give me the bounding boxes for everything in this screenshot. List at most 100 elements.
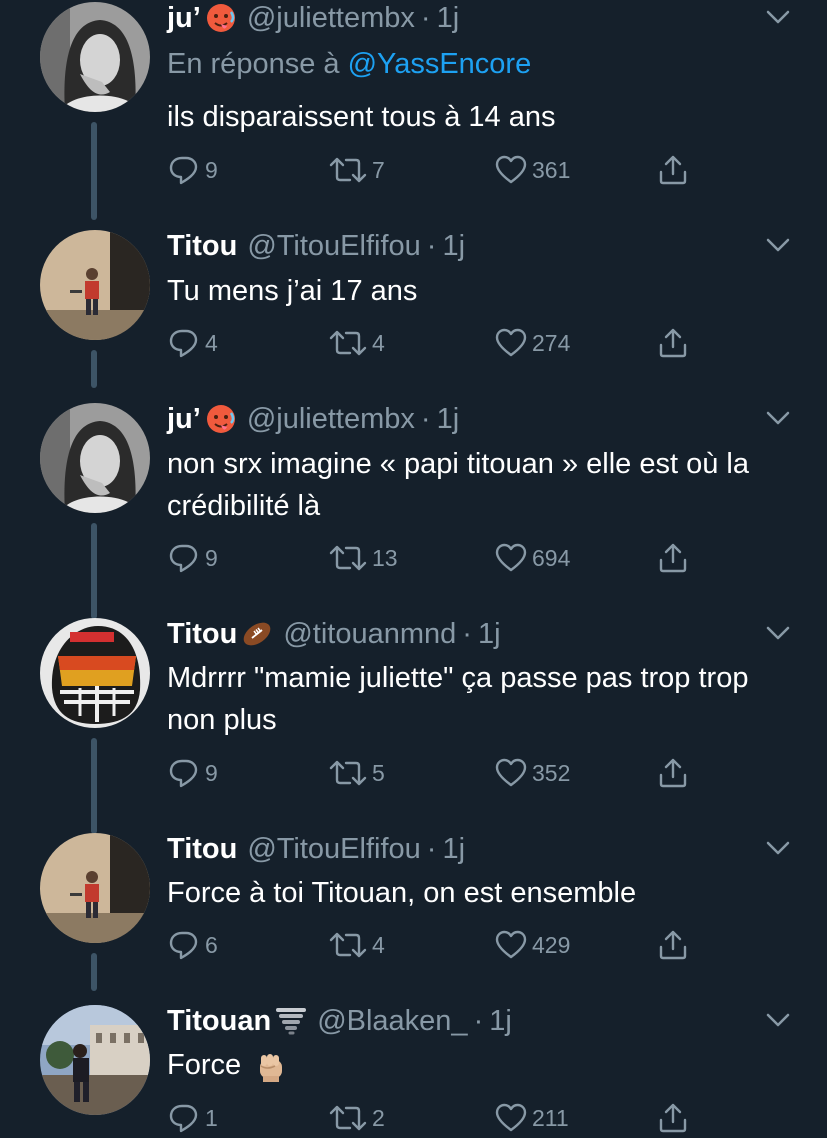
timestamp[interactable]: 1j xyxy=(437,0,460,36)
handle[interactable]: @titouanmnd xyxy=(283,616,456,652)
chevron-down-icon[interactable] xyxy=(765,1011,791,1029)
separator: · xyxy=(473,1005,484,1037)
heart-icon xyxy=(495,758,527,787)
tweet[interactable]: ju’ @juliettembx · 1j non srx imagine « … xyxy=(0,401,827,619)
reply-icon xyxy=(169,1104,198,1133)
reply-button[interactable]: 1 xyxy=(167,1100,218,1136)
retweet-count: 5 xyxy=(372,759,385,786)
tweet-header: Titou @TitouElfifou · 1j xyxy=(167,831,465,867)
american-football-icon xyxy=(241,618,273,650)
reply-count: 4 xyxy=(205,329,218,356)
retweet-icon xyxy=(329,1105,367,1131)
like-count: 361 xyxy=(532,156,571,183)
share-icon xyxy=(659,758,687,788)
reply-icon xyxy=(169,931,198,960)
share-button[interactable] xyxy=(656,755,690,791)
reply-mention-link[interactable]: @YassEncore xyxy=(348,48,532,80)
chevron-down-icon[interactable] xyxy=(765,409,791,427)
tweet-header: Titou @titouanmnd · 1j xyxy=(167,616,501,652)
tweet[interactable]: Titouan @Blaaken_ · 1j Force 1 2 211 xyxy=(0,1003,827,1138)
retweet-icon xyxy=(329,932,367,958)
tweet-text: Force à toi Titouan, on est ensemble xyxy=(167,877,637,909)
tweet-header: Titouan @Blaaken_ · 1j xyxy=(167,1003,512,1039)
share-button[interactable] xyxy=(656,1100,690,1136)
handle[interactable]: @Blaaken_ xyxy=(317,1003,467,1039)
retweet-count: 4 xyxy=(372,329,385,356)
reply-context: En réponse à @YassEncore xyxy=(167,46,531,82)
timestamp[interactable]: 1j xyxy=(442,831,465,867)
chevron-down-icon[interactable] xyxy=(765,839,791,857)
avatar[interactable] xyxy=(40,1005,150,1115)
display-name[interactable]: ju’ xyxy=(167,0,201,36)
chevron-down-icon[interactable] xyxy=(765,8,791,26)
display-name[interactable]: Titou xyxy=(167,616,237,652)
display-name[interactable]: Titouan xyxy=(167,1003,271,1039)
share-button[interactable] xyxy=(656,152,690,188)
display-name[interactable]: ju’ xyxy=(167,401,201,437)
reply-button[interactable]: 6 xyxy=(167,927,218,963)
timestamp[interactable]: 1j xyxy=(437,401,460,437)
avatar[interactable] xyxy=(40,403,150,513)
reply-icon xyxy=(169,759,198,788)
avatar[interactable] xyxy=(40,618,150,728)
share-button[interactable] xyxy=(656,540,690,576)
reply-button[interactable]: 9 xyxy=(167,540,218,576)
like-button[interactable]: 211 xyxy=(494,1100,569,1136)
heart-icon xyxy=(495,1103,527,1132)
like-count: 274 xyxy=(532,329,571,356)
tweet-header: ju’ @juliettembx · 1j xyxy=(167,0,459,36)
display-name[interactable]: Titou xyxy=(167,831,237,867)
reply-button[interactable]: 9 xyxy=(167,152,218,188)
hot-face-icon xyxy=(205,2,237,34)
like-button[interactable]: 361 xyxy=(494,152,570,188)
reply-button[interactable]: 4 xyxy=(167,325,218,361)
tornado-icon xyxy=(275,1005,307,1037)
avatar[interactable] xyxy=(40,230,150,340)
reply-count: 9 xyxy=(205,156,218,183)
action-bar: 4 4 274 xyxy=(0,325,827,361)
retweet-button[interactable]: 4 xyxy=(328,927,385,963)
like-count: 694 xyxy=(532,544,571,571)
handle[interactable]: @TitouElfifou xyxy=(247,831,420,867)
like-button[interactable]: 352 xyxy=(494,755,570,791)
like-button[interactable]: 274 xyxy=(494,325,570,361)
avatar-photo xyxy=(40,618,150,728)
share-button[interactable] xyxy=(656,325,690,361)
like-button[interactable]: 694 xyxy=(494,540,570,576)
share-icon xyxy=(659,1103,687,1133)
retweet-button[interactable]: 2 xyxy=(328,1100,385,1136)
share-icon xyxy=(659,543,687,573)
display-name[interactable]: Titou xyxy=(167,228,237,264)
tweet[interactable]: ju’ @juliettembx · 1j En réponse à @Yass… xyxy=(0,0,827,220)
tweet[interactable]: Titou @TitouElfifou · 1j Force à toi Tit… xyxy=(0,831,827,991)
tweet-header: ju’ @juliettembx · 1j xyxy=(167,401,459,437)
reply-button[interactable]: 9 xyxy=(167,755,218,791)
like-count: 211 xyxy=(532,1104,569,1131)
reply-count: 9 xyxy=(205,759,218,786)
reply-prefix: En réponse à xyxy=(167,48,340,80)
tweet[interactable]: Titou @titouanmnd · 1j Mdrrrr "mamie jul… xyxy=(0,616,827,834)
retweet-button[interactable]: 13 xyxy=(328,540,398,576)
handle[interactable]: @juliettembx xyxy=(247,0,415,36)
retweet-icon xyxy=(329,545,367,571)
handle[interactable]: @juliettembx xyxy=(247,401,415,437)
retweet-button[interactable]: 4 xyxy=(328,325,385,361)
reply-count: 6 xyxy=(205,931,218,958)
avatar[interactable] xyxy=(40,2,150,112)
separator: · xyxy=(426,833,437,865)
retweet-count: 7 xyxy=(372,156,385,183)
tweet[interactable]: Titou @TitouElfifou · 1j Tu mens j’ai 17… xyxy=(0,228,827,388)
chevron-down-icon[interactable] xyxy=(765,624,791,642)
share-button[interactable] xyxy=(656,927,690,963)
retweet-button[interactable]: 7 xyxy=(328,152,385,188)
chevron-down-icon[interactable] xyxy=(765,236,791,254)
timestamp[interactable]: 1j xyxy=(478,616,501,652)
handle[interactable]: @TitouElfifou xyxy=(247,228,420,264)
timestamp[interactable]: 1j xyxy=(489,1003,512,1039)
share-icon xyxy=(659,328,687,358)
like-button[interactable]: 429 xyxy=(494,927,570,963)
retweet-button[interactable]: 5 xyxy=(328,755,385,791)
like-count: 429 xyxy=(532,931,571,958)
timestamp[interactable]: 1j xyxy=(442,228,465,264)
tweet-header: Titou @TitouElfifou · 1j xyxy=(167,228,465,264)
